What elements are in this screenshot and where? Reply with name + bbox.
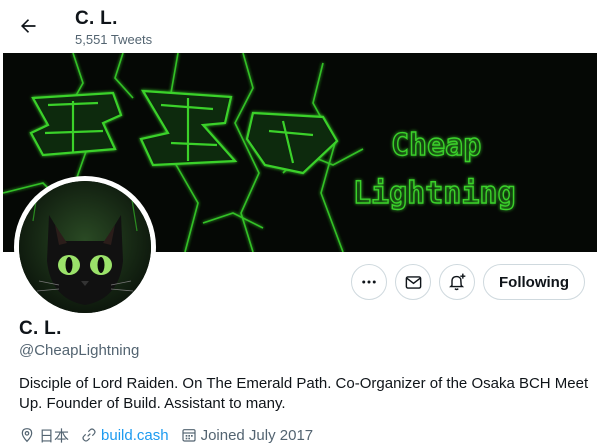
notify-button[interactable] xyxy=(439,264,475,300)
black-cat-avatar xyxy=(19,181,151,313)
ellipsis-icon xyxy=(362,280,376,284)
header-name: C. L. xyxy=(75,8,118,29)
display-name: C. L. xyxy=(19,318,62,339)
website-item[interactable]: build.cash xyxy=(81,427,169,444)
location-text: 日本 xyxy=(39,427,70,445)
calendar-icon xyxy=(181,429,196,442)
location-pin-icon xyxy=(21,428,33,443)
link-icon xyxy=(82,428,96,442)
banner-text-line1: Cheap xyxy=(391,128,481,163)
back-button[interactable] xyxy=(10,8,46,44)
mail-icon xyxy=(405,275,421,289)
joined-text: Joined July 2017 xyxy=(200,426,314,444)
joined-item: Joined July 2017 xyxy=(181,426,314,444)
message-button[interactable] xyxy=(395,264,431,300)
bell-plus-icon xyxy=(449,273,466,291)
website-link[interactable]: build.cash xyxy=(101,427,169,444)
avatar[interactable] xyxy=(19,181,151,313)
location-item: 日本 xyxy=(19,425,69,446)
user-handle: @CheapLightning xyxy=(19,342,140,359)
profile-meta: 日本 build.cash Joined July 2017 xyxy=(19,425,325,445)
banner-text-line2: Lightning xyxy=(353,176,516,211)
tweet-count: 5,551 Tweets xyxy=(75,32,153,47)
arrow-left-icon xyxy=(21,19,36,33)
profile-bio: Disciple of Lord Raiden. On The Emerald … xyxy=(19,375,589,412)
more-button[interactable] xyxy=(351,264,387,300)
following-button[interactable]: Following xyxy=(483,264,585,300)
profile-header: C. L. 5,551 Tweets xyxy=(0,0,599,53)
